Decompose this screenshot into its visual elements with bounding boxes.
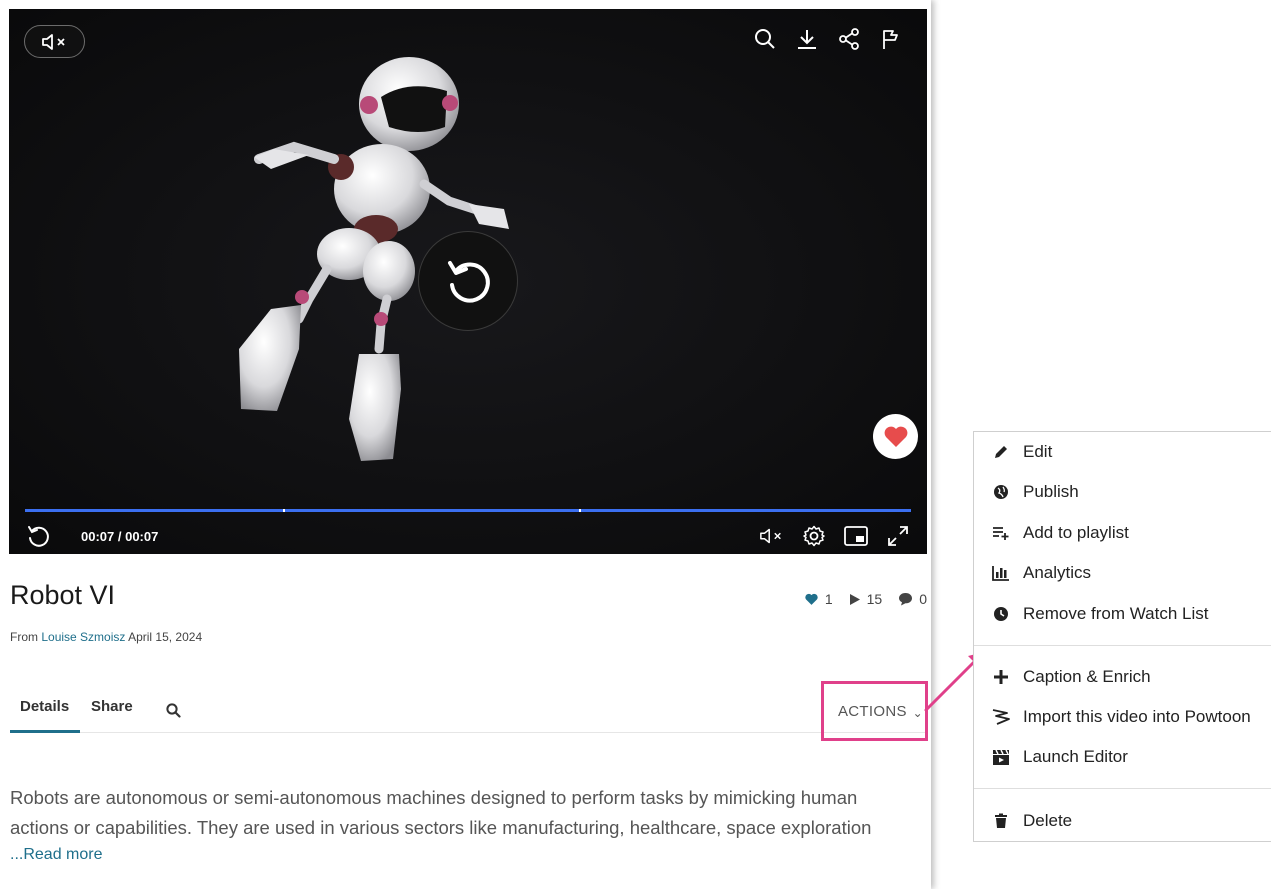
- menu-item-launch-editor[interactable]: Launch Editor: [974, 739, 1271, 775]
- playlist-add-icon: [991, 523, 1011, 543]
- likes-count: 1: [824, 591, 833, 607]
- tab-share[interactable]: Share: [91, 698, 133, 715]
- menu-item-label: Add to playlist: [1023, 523, 1129, 542]
- read-more-link[interactable]: ...Read more: [10, 846, 102, 864]
- clock-icon: [991, 604, 1011, 624]
- muted-speaker-icon: [760, 528, 781, 544]
- media-page: 00:07 / 00:07 Robot VI 1 15 0 From Louis…: [0, 0, 931, 889]
- menu-item-delete[interactable]: Delete: [974, 803, 1271, 839]
- like-button[interactable]: [873, 414, 918, 459]
- settings-button[interactable]: [801, 523, 827, 549]
- menu-item-label: Launch Editor: [1023, 747, 1128, 766]
- menu-item-label: Delete: [1023, 811, 1073, 830]
- heart-icon: [884, 426, 907, 447]
- media-meta: From Louise Szmoisz April 15, 2024: [10, 630, 202, 644]
- menu-item-label: Edit: [1023, 442, 1053, 461]
- powtoon-icon: [991, 707, 1011, 727]
- share-icon[interactable]: [837, 27, 861, 51]
- clapperboard-icon: [991, 747, 1011, 767]
- gear-icon: [803, 525, 825, 547]
- menu-item-publish[interactable]: Publish: [974, 474, 1271, 510]
- active-tab-indicator: [10, 730, 80, 733]
- picture-in-picture-button[interactable]: [843, 523, 869, 549]
- comments-stat[interactable]: 0: [898, 591, 927, 607]
- comments-count: 0: [919, 591, 927, 607]
- menu-divider: [974, 788, 1271, 789]
- plus-icon: [991, 667, 1011, 687]
- muted-speaker-icon: [41, 33, 65, 50]
- menu-item-label: Caption & Enrich: [1023, 667, 1151, 686]
- search-icon[interactable]: [166, 703, 181, 723]
- menu-item-label: Remove from Watch List: [1023, 604, 1209, 623]
- video-player[interactable]: 00:07 / 00:07: [9, 9, 927, 554]
- player-top-toolbar: [753, 27, 903, 51]
- mute-toggle-button[interactable]: [24, 25, 85, 58]
- menu-item-caption-enrich[interactable]: Caption & Enrich: [974, 659, 1271, 695]
- menu-item-add-to-playlist[interactable]: Add to playlist: [974, 515, 1271, 551]
- publish-date: April 15, 2024: [128, 630, 203, 644]
- menu-item-import-powtoon[interactable]: Import this video into Powtoon: [974, 699, 1271, 735]
- play-icon: [849, 593, 860, 605]
- tab-details[interactable]: Details: [20, 698, 69, 715]
- pip-icon: [844, 526, 868, 546]
- replay-small-button[interactable]: [25, 523, 51, 549]
- player-controls: 00:07 / 00:07: [25, 523, 911, 549]
- menu-item-label: Analytics: [1023, 563, 1092, 582]
- actions-label: ACTIONS: [838, 702, 907, 720]
- replay-icon: [448, 261, 490, 303]
- actions-button[interactable]: ACTIONS ⌄: [821, 681, 928, 741]
- menu-item-label: Import this video into Powtoon: [1023, 707, 1251, 726]
- actions-menu: Edit Publish Add to playlist Analytics R…: [973, 431, 1271, 842]
- from-label: From: [10, 630, 38, 644]
- media-tabs: Details Share: [10, 686, 926, 733]
- fullscreen-button[interactable]: [885, 523, 911, 549]
- menu-item-edit[interactable]: Edit: [974, 434, 1271, 470]
- cue-point-marker: [283, 509, 285, 512]
- plays-stat: 15: [849, 591, 883, 607]
- fullscreen-icon: [888, 526, 908, 546]
- cue-point-marker: [579, 509, 581, 512]
- trash-icon: [991, 811, 1011, 831]
- bar-chart-icon: [991, 563, 1011, 583]
- media-stats: 1 15 0: [804, 591, 927, 607]
- search-icon[interactable]: [753, 27, 777, 51]
- menu-divider: [974, 645, 1271, 646]
- flag-icon[interactable]: [879, 27, 903, 51]
- plays-count: 15: [866, 591, 883, 607]
- globe-icon: [991, 482, 1011, 502]
- heart-icon: [805, 593, 818, 605]
- pencil-icon: [991, 442, 1011, 462]
- time-display: 00:07 / 00:07: [81, 528, 159, 544]
- likes-stat[interactable]: 1: [804, 591, 833, 607]
- replay-small-icon: [28, 526, 49, 547]
- progress-bar[interactable]: [25, 509, 911, 512]
- replay-button[interactable]: [418, 231, 518, 331]
- menu-item-label: Publish: [1023, 482, 1079, 501]
- volume-button[interactable]: [759, 523, 785, 549]
- media-title: Robot VI: [10, 580, 116, 610]
- menu-item-analytics[interactable]: Analytics: [974, 555, 1271, 591]
- menu-item-remove-from-watch-list[interactable]: Remove from Watch List: [974, 596, 1271, 632]
- download-icon[interactable]: [795, 27, 819, 51]
- media-description: Robots are autonomous or semi-autonomous…: [10, 787, 872, 838]
- author-link[interactable]: Louise Szmoisz: [41, 630, 125, 644]
- comment-icon: [899, 593, 913, 606]
